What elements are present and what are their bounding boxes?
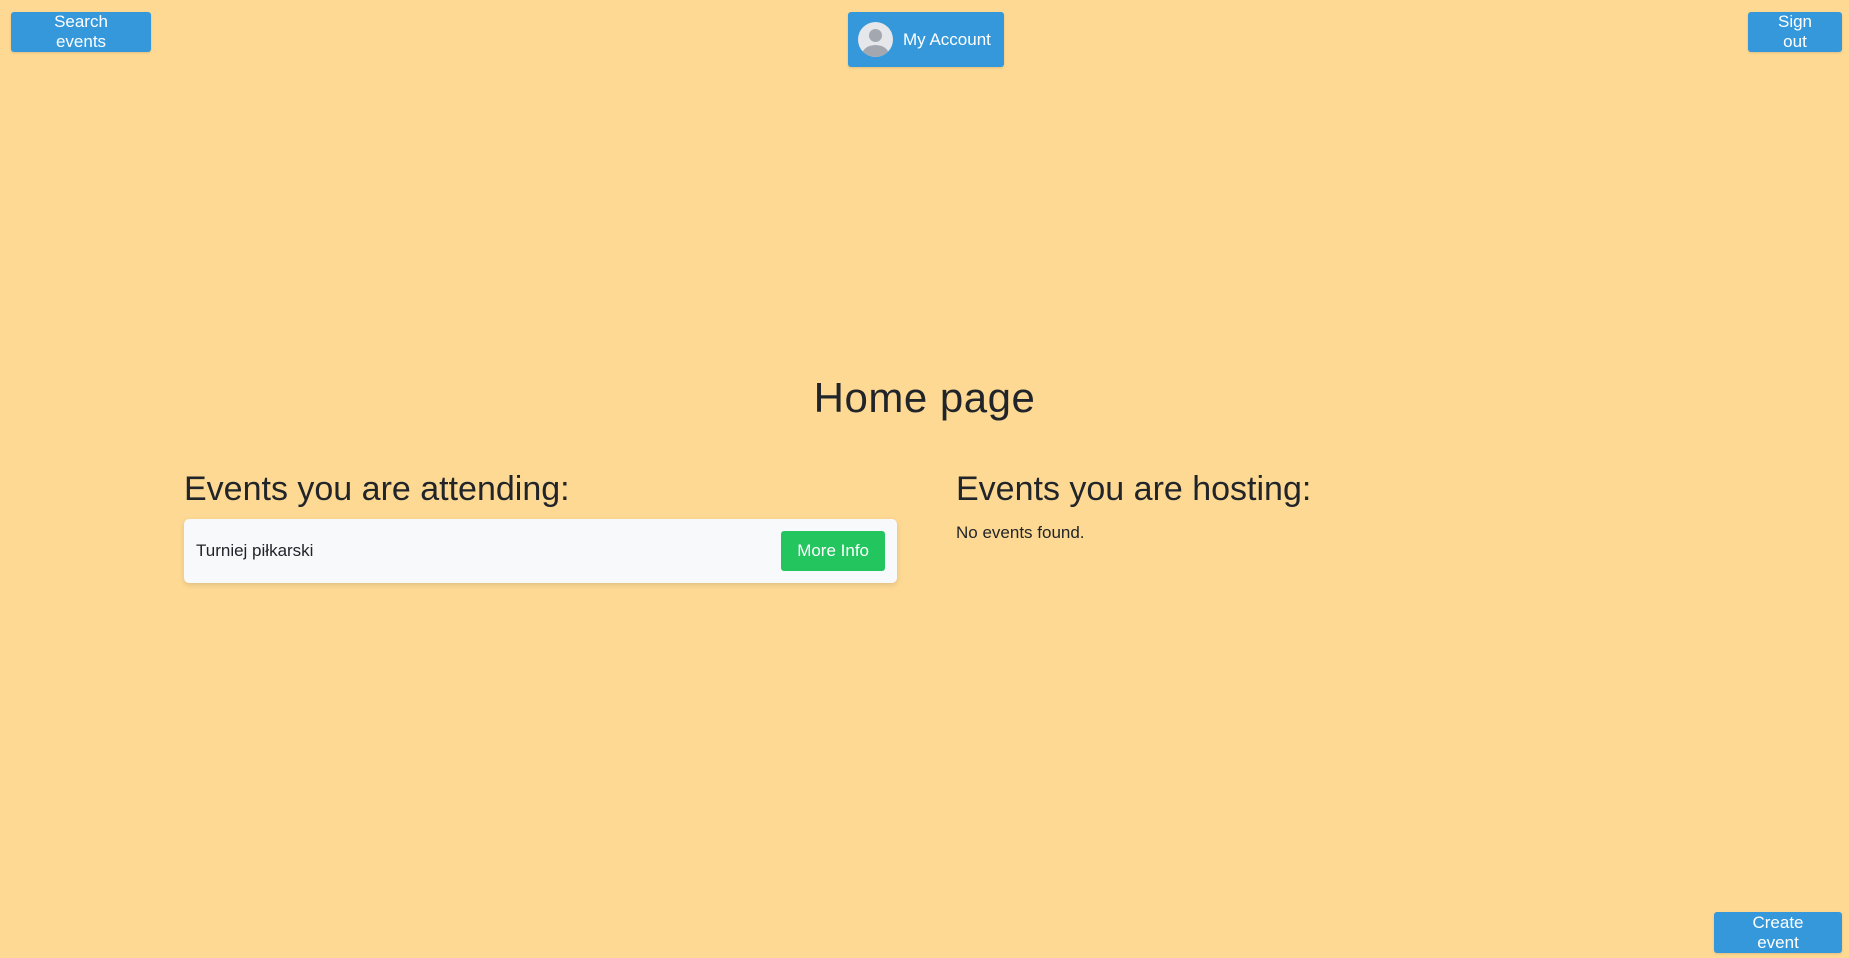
- no-events-text: No events found.: [956, 523, 1085, 542]
- create-event-button[interactable]: Create event: [1714, 912, 1842, 953]
- attending-heading: Events you are attending:: [184, 470, 570, 508]
- avatar-icon: [858, 22, 893, 57]
- sign-out-button[interactable]: Sign out: [1748, 12, 1842, 52]
- more-info-button[interactable]: More Info: [781, 531, 885, 571]
- page-title: Home page: [813, 374, 1036, 421]
- hosting-heading: Events you are hosting:: [956, 470, 1312, 508]
- search-events-button[interactable]: Search events: [11, 12, 151, 52]
- hosting-section: Events you are hosting: No events found.: [956, 466, 1669, 543]
- event-card: Turniej piłkarski More Info: [184, 519, 897, 583]
- attending-section: Events you are attending: Turniej piłkar…: [184, 466, 897, 583]
- my-account-button[interactable]: My Account: [848, 12, 1004, 67]
- event-name: Turniej piłkarski: [196, 541, 314, 560]
- my-account-label: My Account: [903, 29, 991, 49]
